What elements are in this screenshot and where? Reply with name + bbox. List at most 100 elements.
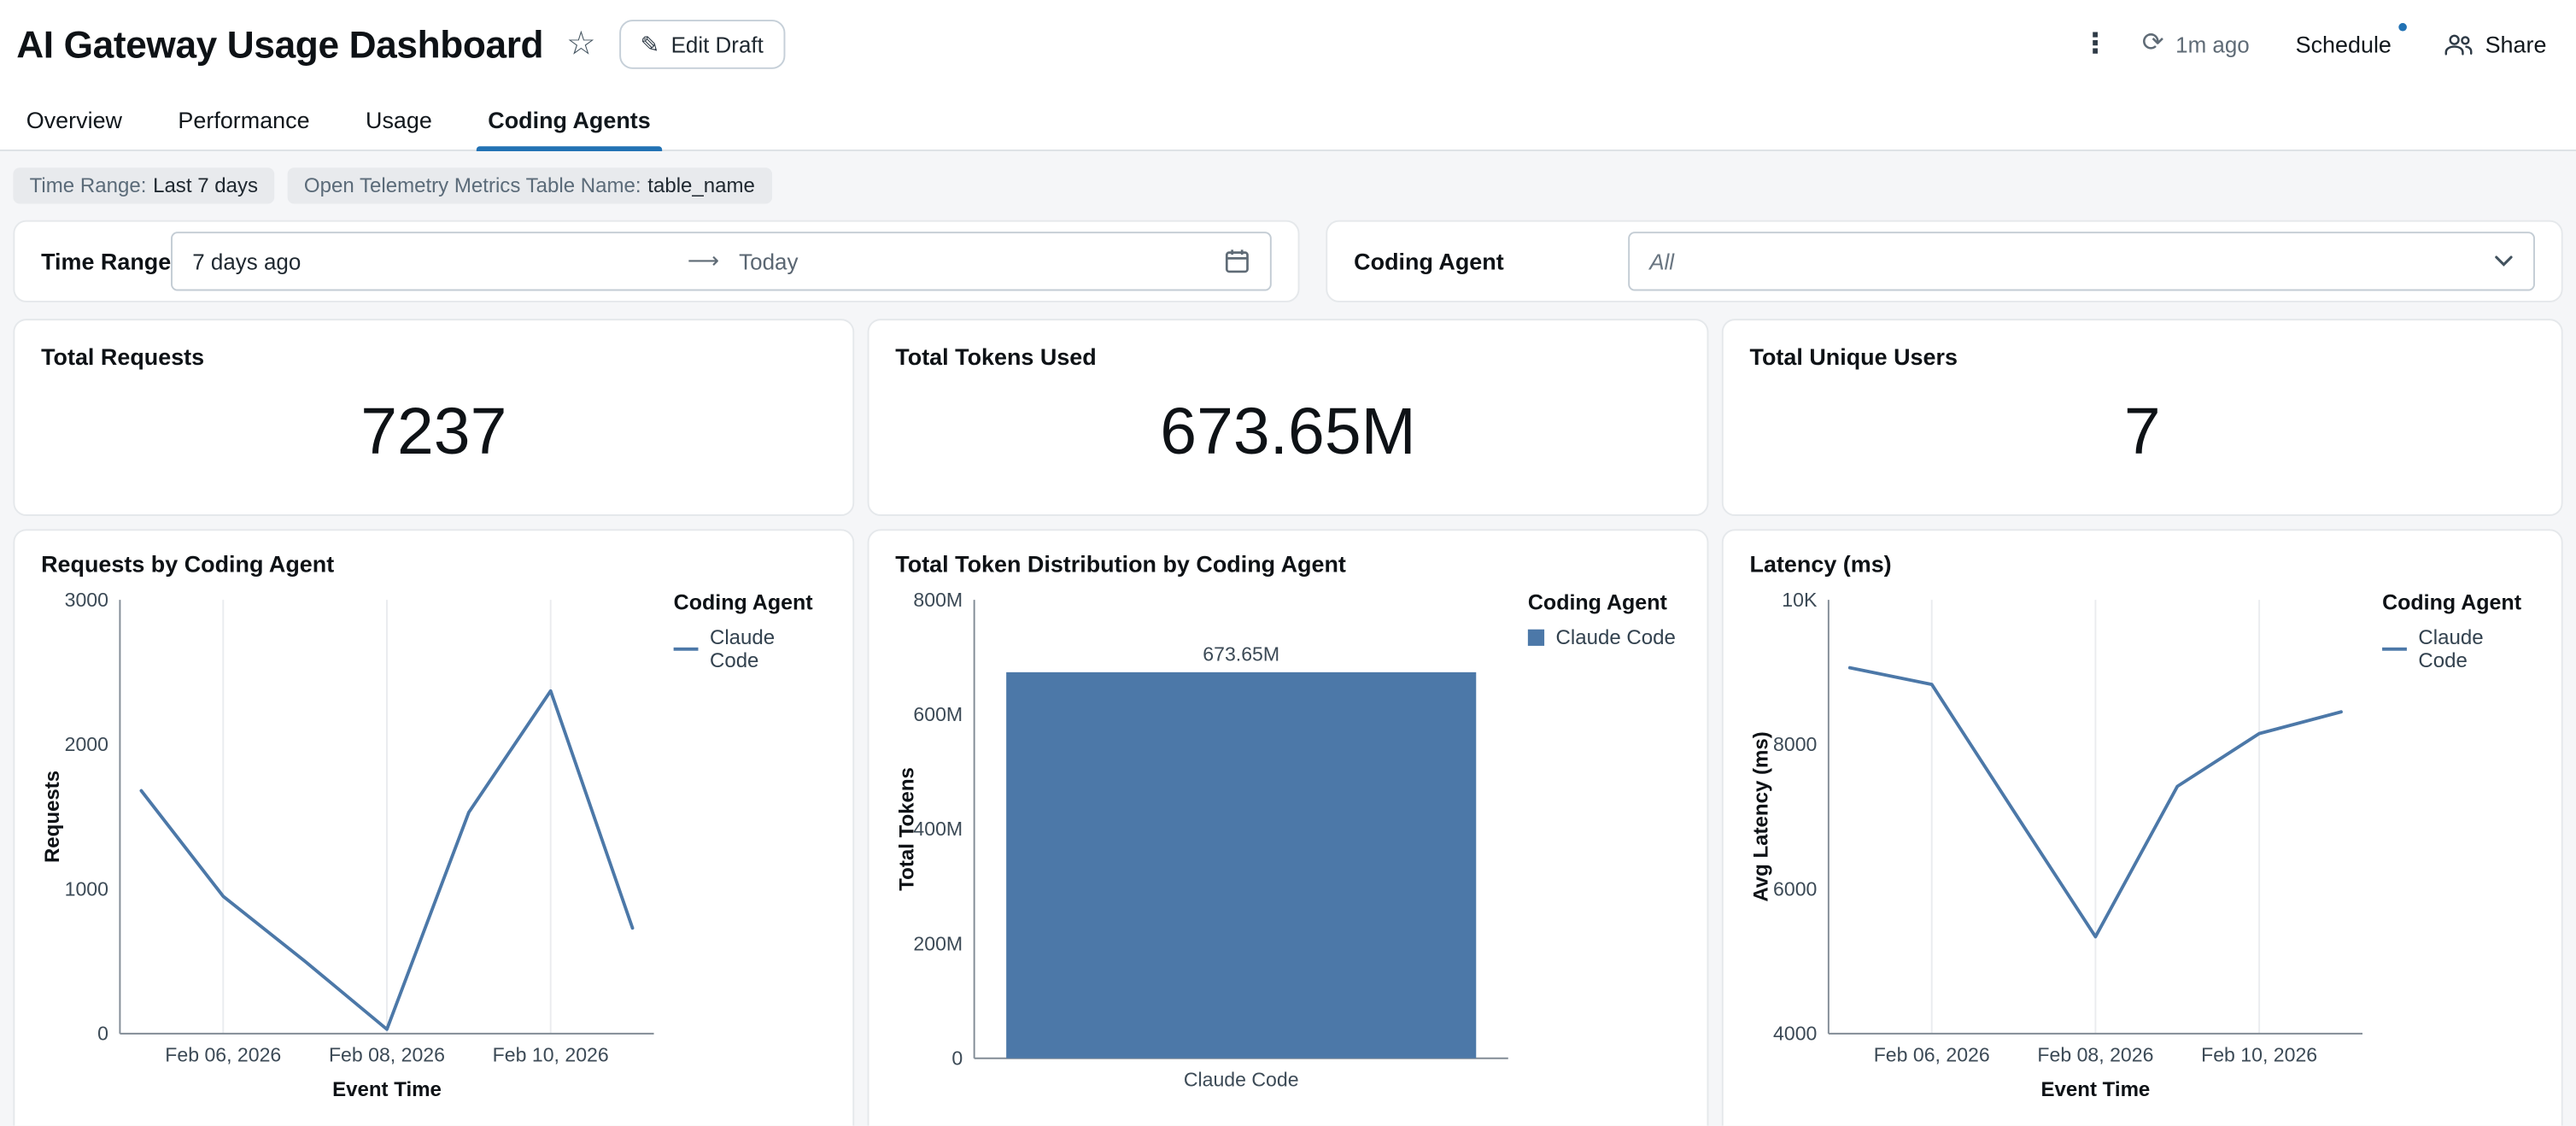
legend-entry-label: Claude Code bbox=[710, 626, 827, 672]
kpi-title: Total Unique Users bbox=[1750, 343, 2535, 370]
tab-label: Overview bbox=[26, 106, 122, 132]
pencil-icon: ✎ bbox=[641, 31, 660, 59]
latency-chart-card: Latency (ms) 40006000800010KFeb 06, 2026… bbox=[1722, 529, 2563, 1125]
favorite-star-icon[interactable]: ☆ bbox=[566, 28, 596, 61]
svg-text:2000: 2000 bbox=[65, 733, 108, 755]
svg-text:Feb 08, 2026: Feb 08, 2026 bbox=[2037, 1044, 2153, 1066]
svg-text:Avg Latency (ms): Avg Latency (ms) bbox=[1750, 731, 1773, 901]
legend-title: Coding Agent bbox=[674, 590, 827, 615]
tab-usage[interactable]: Usage bbox=[337, 89, 460, 150]
edit-draft-button[interactable]: ✎ Edit Draft bbox=[619, 20, 785, 69]
svg-text:600M: 600M bbox=[913, 703, 963, 725]
svg-text:0: 0 bbox=[951, 1047, 963, 1069]
schedule-notification-dot bbox=[2398, 23, 2407, 32]
chart-title: Requests by Coding Agent bbox=[41, 550, 826, 577]
schedule-button[interactable]: Schedule bbox=[2296, 32, 2392, 58]
refresh-icon: ⟳ bbox=[2142, 32, 2164, 58]
tab-performance[interactable]: Performance bbox=[150, 89, 338, 150]
svg-text:673.65M: 673.65M bbox=[1203, 642, 1279, 665]
chip-value: Last 7 days bbox=[153, 174, 258, 197]
schedule-label: Schedule bbox=[2296, 32, 2392, 58]
share-label: Share bbox=[2485, 32, 2547, 58]
svg-text:0: 0 bbox=[97, 1023, 108, 1045]
requests-line-chart: 0100020003000Feb 06, 2026Feb 08, 2026Feb… bbox=[41, 580, 674, 1109]
legend-line-swatch bbox=[674, 648, 699, 651]
svg-text:Total Tokens: Total Tokens bbox=[895, 767, 918, 891]
tab-overview[interactable]: Overview bbox=[26, 89, 150, 150]
dashboard-header: AI Gateway Usage Dashboard ☆ ✎ Edit Draf… bbox=[0, 0, 2576, 151]
kpi-row: Total Requests 7237 Total Tokens Used 67… bbox=[0, 302, 2576, 516]
coding-agent-filter-label: Coding Agent bbox=[1354, 248, 1504, 274]
chip-label: Open Telemetry Metrics Table Name: bbox=[304, 174, 641, 197]
legend-line-swatch bbox=[2382, 648, 2407, 651]
tab-label: Coding Agents bbox=[488, 106, 650, 132]
tab-label: Usage bbox=[366, 106, 432, 132]
date-range-end[interactable]: Today bbox=[729, 249, 1225, 273]
legend-title: Coding Agent bbox=[2382, 590, 2535, 615]
chart-legend: Coding Agent Claude Code bbox=[2382, 580, 2535, 1109]
chart-title: Latency (ms) bbox=[1750, 550, 2535, 577]
svg-text:800M: 800M bbox=[913, 589, 963, 611]
chip-label: Time Range: bbox=[30, 174, 147, 197]
calendar-icon[interactable] bbox=[1224, 248, 1250, 274]
svg-text:Event Time: Event Time bbox=[2041, 1078, 2151, 1101]
requests-chart-card: Requests by Coding Agent 0 1000 2000 3000 Fe… bbox=[13, 529, 854, 1125]
chart-legend: Coding Agent Claude Code bbox=[1528, 580, 1681, 1109]
date-range-start[interactable]: 7 days ago bbox=[192, 249, 677, 273]
coding-agent-select[interactable]: All bbox=[1628, 232, 2535, 290]
chip-value: table_name bbox=[647, 174, 755, 197]
kpi-value: 7 bbox=[1724, 396, 2561, 471]
tab-label: Performance bbox=[178, 106, 309, 132]
overflow-menu-icon[interactable]: ⋮ bbox=[2068, 28, 2122, 61]
chart-body: 0200M400M600M800M673.65MClaude CodeTotal… bbox=[895, 580, 1680, 1109]
svg-text:Feb 06, 2026: Feb 06, 2026 bbox=[1874, 1044, 1990, 1066]
tab-coding-agents[interactable]: Coding Agents bbox=[460, 89, 679, 150]
latency-line-chart: 40006000800010KFeb 06, 2026Feb 08, 2026F… bbox=[1750, 580, 2383, 1109]
charts-row: Requests by Coding Agent 0 1000 2000 3000 Fe… bbox=[0, 516, 2576, 1126]
svg-text:400M: 400M bbox=[913, 818, 963, 840]
kpi-title: Total Tokens Used bbox=[895, 343, 1680, 370]
svg-text:4000: 4000 bbox=[1773, 1023, 1817, 1045]
time-range-filter-label: Time Range bbox=[41, 248, 171, 274]
chevron-down-icon bbox=[2494, 255, 2514, 267]
chart-body: 40006000800010KFeb 06, 2026Feb 08, 2026F… bbox=[1750, 580, 2535, 1109]
applied-filter-chips: Time Range: Last 7 days Open Telemetry Me… bbox=[0, 151, 2576, 214]
refresh-button[interactable]: ⟳ 1m ago bbox=[2142, 32, 2250, 58]
svg-text:3000: 3000 bbox=[65, 589, 108, 611]
page-title: AI Gateway Usage Dashboard bbox=[16, 22, 543, 67]
svg-text:Feb 06, 2026: Feb 06, 2026 bbox=[165, 1044, 281, 1066]
filters-row: Time Range 7 days ago ⟶ Today Coding Age… bbox=[0, 214, 2576, 302]
share-button[interactable]: Share bbox=[2444, 32, 2546, 58]
dashboard-app: AI Gateway Usage Dashboard ☆ ✎ Edit Draf… bbox=[0, 0, 2576, 1126]
kpi-card-total-tokens: Total Tokens Used 673.65M bbox=[868, 319, 1709, 516]
arrow-right-icon: ⟶ bbox=[677, 248, 729, 274]
svg-text:Claude Code: Claude Code bbox=[1184, 1068, 1299, 1090]
svg-text:Feb 08, 2026: Feb 08, 2026 bbox=[329, 1044, 445, 1066]
svg-text:Feb 10, 2026: Feb 10, 2026 bbox=[2201, 1044, 2317, 1066]
legend-entry-claude-code[interactable]: Claude Code bbox=[1528, 626, 1681, 649]
kpi-title: Total Requests bbox=[41, 343, 826, 370]
svg-text:1000: 1000 bbox=[65, 877, 108, 900]
kpi-value: 7237 bbox=[15, 396, 852, 471]
legend-entry-claude-code[interactable]: Claude Code bbox=[674, 626, 827, 672]
chart-body: 0100020003000Feb 06, 2026Feb 08, 2026Feb… bbox=[41, 580, 826, 1109]
svg-text:6000: 6000 bbox=[1773, 877, 1817, 900]
chart-title: Total Token Distribution by Coding Agent bbox=[895, 550, 1680, 577]
coding-agent-select-value: All bbox=[1649, 249, 1674, 273]
date-range-input[interactable]: 7 days ago ⟶ Today bbox=[171, 232, 1272, 290]
chart-legend: Coding Agent Claude Code bbox=[674, 580, 827, 1109]
title-row: AI Gateway Usage Dashboard ☆ ✎ Edit Draf… bbox=[0, 0, 2576, 89]
time-range-filter-card: Time Range 7 days ago ⟶ Today bbox=[13, 220, 1299, 302]
kpi-card-unique-users: Total Unique Users 7 bbox=[1722, 319, 2563, 516]
people-icon bbox=[2444, 32, 2472, 56]
svg-text:Requests: Requests bbox=[41, 771, 64, 863]
filter-chip-time-range: Time Range: Last 7 days bbox=[13, 167, 274, 203]
svg-text:Event Time: Event Time bbox=[332, 1078, 442, 1101]
svg-text:10K: 10K bbox=[1782, 589, 1818, 611]
edit-draft-label: Edit Draft bbox=[671, 32, 764, 57]
legend-square-swatch bbox=[1528, 630, 1544, 646]
legend-entry-claude-code[interactable]: Claude Code bbox=[2382, 626, 2535, 672]
kpi-value: 673.65M bbox=[869, 396, 1707, 471]
kpi-card-total-requests: Total Requests 7237 bbox=[13, 319, 854, 516]
legend-title: Coding Agent bbox=[1528, 590, 1681, 615]
